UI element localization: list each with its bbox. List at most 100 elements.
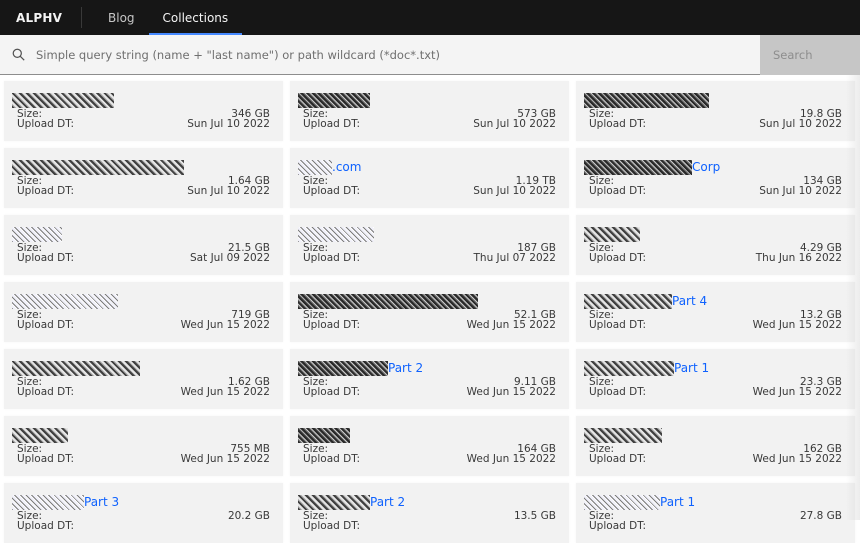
upload-value: Sun Jul 10 2022 <box>187 118 270 130</box>
upload-value: Sun Jul 10 2022 <box>473 185 556 197</box>
collection-card[interactable]: Size: 52.1 GB Upload DT: Wed Jun 15 2022 <box>290 282 569 342</box>
upload-label: Upload DT: <box>17 453 75 465</box>
search-input[interactable] <box>36 47 736 62</box>
collection-card[interactable]: .com Size: 1.19 TB Upload DT: Sun Jul 10… <box>290 148 569 208</box>
search-button[interactable]: Search <box>760 35 860 75</box>
collection-name-suffix[interactable]: Part 3 <box>84 495 119 509</box>
collection-card[interactable]: Size: 346 GB Upload DT: Sun Jul 10 2022 <box>4 81 283 141</box>
collection-title[interactable] <box>584 225 640 243</box>
upload-value: Sun Jul 10 2022 <box>759 185 842 197</box>
nav-tab-collections[interactable]: Collections <box>148 0 243 35</box>
collection-title[interactable]: Part 3 <box>12 493 119 511</box>
upload-row: Upload DT: <box>589 521 842 532</box>
collection-card[interactable]: Part 4 Size: 13.2 GB Upload DT: Wed Jun … <box>576 282 855 342</box>
collection-title[interactable]: Part 2 <box>298 359 423 377</box>
upload-value: Wed Jun 15 2022 <box>466 453 556 465</box>
collection-title[interactable]: Corp <box>584 158 720 176</box>
upload-label: Upload DT: <box>303 453 361 465</box>
collection-card[interactable]: Size: 573 GB Upload DT: Sun Jul 10 2022 <box>290 81 569 141</box>
redacted-name <box>12 226 62 242</box>
collection-name-suffix[interactable]: .com <box>332 160 361 174</box>
top-navigation-bar: ALPHV Blog Collections <box>0 0 860 35</box>
collection-title[interactable]: .com <box>298 158 361 176</box>
redacted-name <box>584 226 640 242</box>
upload-row: Upload DT: Wed Jun 15 2022 <box>303 454 556 465</box>
redacted-name <box>12 159 184 175</box>
upload-row: Upload DT: Sat Jul 09 2022 <box>17 253 270 264</box>
upload-row: Upload DT: Sun Jul 10 2022 <box>17 119 270 130</box>
collection-card[interactable]: Size: 1.62 GB Upload DT: Wed Jun 15 2022 <box>4 349 283 409</box>
upload-row: Upload DT: Thu Jul 07 2022 <box>303 253 556 264</box>
collection-title[interactable] <box>298 292 478 310</box>
redacted-name <box>584 360 674 376</box>
upload-label: Upload DT: <box>303 319 361 331</box>
upload-label: Upload DT: <box>589 319 647 331</box>
collection-card[interactable]: Size: 4.29 GB Upload DT: Thu Jun 16 2022 <box>576 215 855 275</box>
collection-title[interactable] <box>584 91 709 109</box>
upload-value: Sun Jul 10 2022 <box>473 118 556 130</box>
collection-title[interactable] <box>12 225 62 243</box>
collection-title[interactable] <box>298 225 374 243</box>
collection-title[interactable]: Part 2 <box>298 493 405 511</box>
redacted-name <box>12 494 84 510</box>
collection-title[interactable]: Part 1 <box>584 493 695 511</box>
upload-row: Upload DT: Wed Jun 15 2022 <box>589 387 842 398</box>
collection-card[interactable]: Part 3 Size: 20.2 GB Upload DT: <box>4 483 283 543</box>
upload-label: Upload DT: <box>589 118 647 130</box>
redacted-name <box>584 494 660 510</box>
upload-label: Upload DT: <box>589 185 647 197</box>
collection-title[interactable] <box>12 292 118 310</box>
collection-title[interactable] <box>12 158 184 176</box>
redacted-name <box>298 293 478 309</box>
collection-name-suffix[interactable]: Part 2 <box>370 495 405 509</box>
upload-label: Upload DT: <box>589 252 647 264</box>
collection-title[interactable] <box>12 426 68 444</box>
upload-label: Upload DT: <box>589 520 647 532</box>
collections-grid: Size: 346 GB Upload DT: Sun Jul 10 2022 … <box>4 81 856 543</box>
collection-title[interactable] <box>298 91 370 109</box>
collection-title[interactable] <box>12 91 114 109</box>
collection-card[interactable]: Part 2 Size: 9.11 GB Upload DT: Wed Jun … <box>290 349 569 409</box>
upload-row: Upload DT: Wed Jun 15 2022 <box>589 320 842 331</box>
collection-card[interactable]: Size: 755 MB Upload DT: Wed Jun 15 2022 <box>4 416 283 476</box>
redacted-name <box>12 92 114 108</box>
brand-logo[interactable]: ALPHV <box>0 0 81 35</box>
upload-row: Upload DT: <box>303 521 556 532</box>
collection-card[interactable]: Part 1 Size: 27.8 GB Upload DT: <box>576 483 855 543</box>
redacted-name <box>12 293 118 309</box>
upload-value: Thu Jul 07 2022 <box>473 252 557 264</box>
collection-card[interactable]: Size: 162 GB Upload DT: Wed Jun 15 2022 <box>576 416 855 476</box>
collection-card[interactable]: Size: 1.64 GB Upload DT: Sun Jul 10 2022 <box>4 148 283 208</box>
collection-name-suffix[interactable]: Part 2 <box>388 361 423 375</box>
collection-card[interactable]: Size: 187 GB Upload DT: Thu Jul 07 2022 <box>290 215 569 275</box>
upload-value: Sun Jul 10 2022 <box>759 118 842 130</box>
collection-card[interactable]: Part 1 Size: 23.3 GB Upload DT: Wed Jun … <box>576 349 855 409</box>
collection-card[interactable]: Size: 164 GB Upload DT: Wed Jun 15 2022 <box>290 416 569 476</box>
collection-card[interactable]: Size: 21.5 GB Upload DT: Sat Jul 09 2022 <box>4 215 283 275</box>
redacted-name <box>584 92 709 108</box>
collection-name-suffix[interactable]: Part 1 <box>674 361 709 375</box>
collection-card[interactable]: Part 2 Size: 13.5 GB Upload DT: <box>290 483 569 543</box>
upload-row: Upload DT: Wed Jun 15 2022 <box>589 454 842 465</box>
collection-card[interactable]: Size: 719 GB Upload DT: Wed Jun 15 2022 <box>4 282 283 342</box>
upload-value: Wed Jun 15 2022 <box>180 453 270 465</box>
upload-row: Upload DT: Sun Jul 10 2022 <box>589 119 842 130</box>
upload-label: Upload DT: <box>303 520 361 532</box>
collection-title[interactable] <box>584 426 662 444</box>
upload-value: Wed Jun 15 2022 <box>180 319 270 331</box>
redacted-name <box>298 226 374 242</box>
collection-name-suffix[interactable]: Part 1 <box>660 495 695 509</box>
upload-value: Wed Jun 15 2022 <box>466 319 556 331</box>
nav-tab-blog[interactable]: Blog <box>94 0 149 35</box>
collection-title[interactable] <box>12 359 140 377</box>
upload-value: Wed Jun 15 2022 <box>752 386 842 398</box>
redacted-name <box>584 293 672 309</box>
collection-name-suffix[interactable]: Part 4 <box>672 294 707 308</box>
collection-name-suffix[interactable]: Corp <box>692 160 720 174</box>
collection-title[interactable]: Part 4 <box>584 292 707 310</box>
collection-card[interactable]: Corp Size: 134 GB Upload DT: Sun Jul 10 … <box>576 148 855 208</box>
collection-card[interactable]: Size: 19.8 GB Upload DT: Sun Jul 10 2022 <box>576 81 855 141</box>
redacted-name <box>298 360 388 376</box>
collection-title[interactable]: Part 1 <box>584 359 709 377</box>
collection-title[interactable] <box>298 426 350 444</box>
